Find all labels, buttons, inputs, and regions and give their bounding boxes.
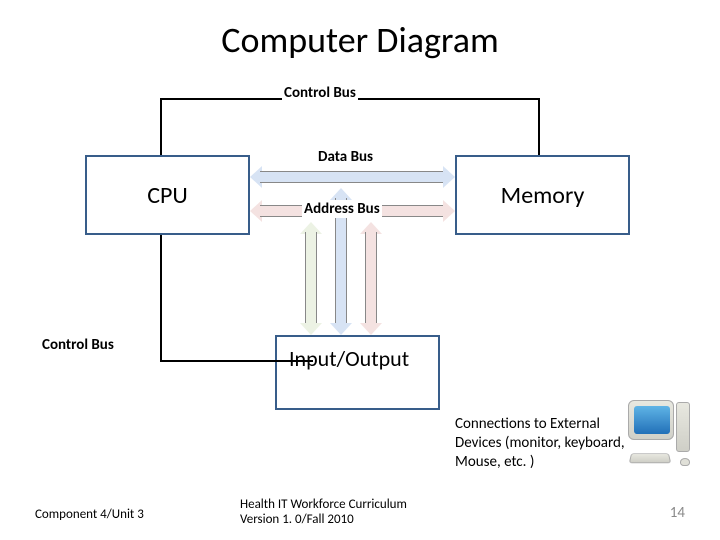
- io-label: Input/Output: [289, 345, 409, 372]
- slide-title: Computer Diagram: [0, 18, 720, 62]
- data-bus-label: Data Bus: [316, 148, 375, 166]
- control-bus-left-label: Control Bus: [40, 336, 116, 354]
- footer-line1: Health IT Workforce Curriculum: [240, 497, 407, 512]
- memory-label: Memory: [501, 181, 585, 210]
- control-bus-top-drop-left: [160, 98, 162, 155]
- control-bus-top-label: Control Bus: [282, 84, 358, 102]
- address-bus-label: Address Bus: [302, 200, 382, 218]
- computer-icon: [628, 400, 690, 470]
- footer-line2: Version 1. 0/Fall 2010: [240, 512, 354, 527]
- footer-component: Component 4/Unit 3: [35, 507, 144, 522]
- io-bus-arrow-1: [300, 222, 322, 335]
- control-bus-top-drop-right: [538, 98, 540, 155]
- control-bus-left-line: [160, 360, 313, 362]
- io-block: Input/Output: [275, 335, 440, 410]
- memory-block: Memory: [455, 155, 630, 235]
- footer-curriculum: Health IT Workforce Curriculum Version 1…: [240, 497, 407, 528]
- connections-note: Connections to External Devices (monitor…: [455, 415, 625, 471]
- cpu-block: CPU: [85, 155, 250, 235]
- page-number: 14: [670, 504, 685, 522]
- io-bus-arrow-3: [360, 222, 382, 335]
- control-bus-left-drop: [160, 235, 162, 362]
- cpu-label: CPU: [147, 181, 188, 210]
- data-bus-arrow: [250, 166, 455, 188]
